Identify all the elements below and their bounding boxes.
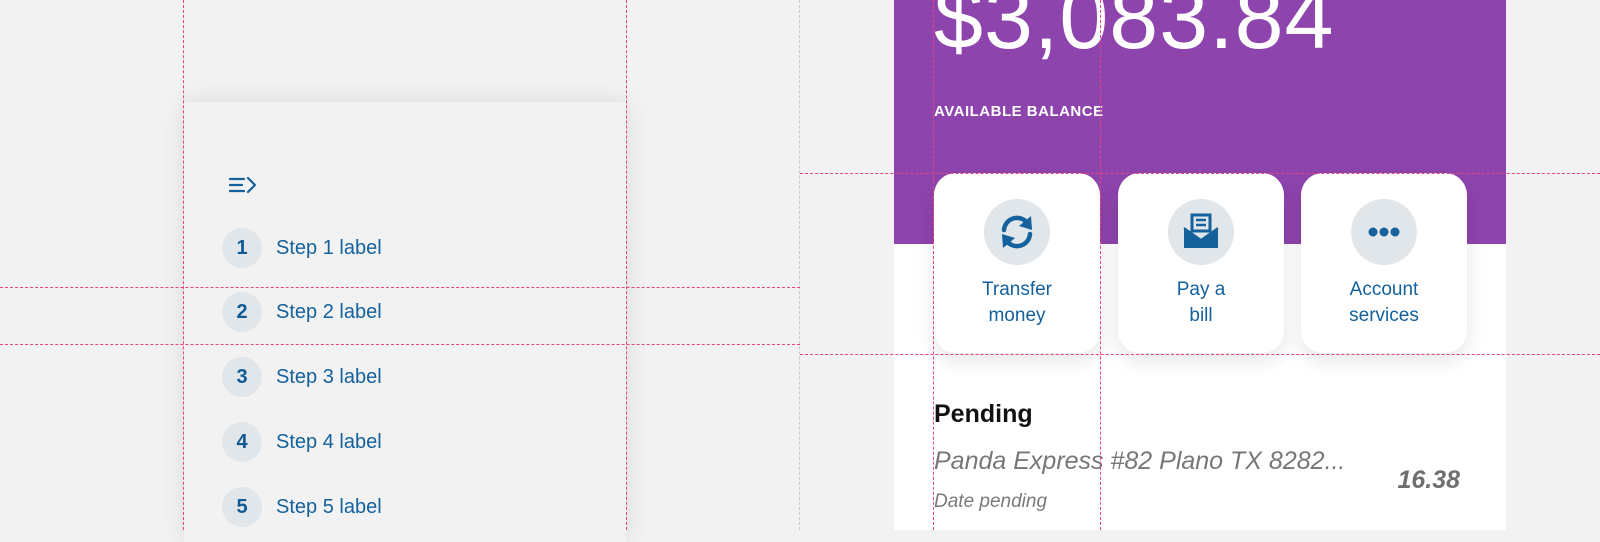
more-dots-icon: [1351, 199, 1417, 265]
action-label: Transfer money: [934, 277, 1100, 329]
refresh-icon: [984, 199, 1050, 265]
step-label: Step 1 label: [276, 236, 382, 259]
step-label: Step 5 label: [276, 495, 382, 518]
transaction-date: Date pending: [934, 491, 1048, 512]
step-item-4[interactable]: 4 Step 4 label: [222, 422, 382, 462]
step-label: Step 4 label: [276, 430, 382, 453]
guide-line: [626, 0, 627, 530]
bill-envelope-icon: [1168, 199, 1234, 265]
stepper-panel: 1 Step 1 label 2 Step 2 label 3 Step 3 l…: [184, 102, 626, 542]
transaction-name: Panda Express #82 Plano TX 8282...: [934, 447, 1346, 475]
balance-amount: $3,083.84: [934, 0, 1335, 67]
balance-caption: AVAILABLE BALANCE: [934, 103, 1104, 120]
transaction-amount: 16.38: [1397, 466, 1460, 494]
step-item-1[interactable]: 1 Step 1 label: [222, 228, 382, 268]
step-number: 2: [222, 292, 262, 332]
step-number: 5: [222, 487, 262, 527]
action-label: Account services: [1301, 277, 1467, 329]
guide-line: [799, 0, 800, 530]
action-label-line: bill: [1189, 305, 1213, 326]
step-item-2[interactable]: 2 Step 2 label: [222, 292, 382, 332]
step-number: 1: [222, 228, 262, 268]
account-services-button[interactable]: Account services: [1301, 173, 1467, 353]
step-item-5[interactable]: 5 Step 5 label: [222, 487, 382, 527]
account-screen: $3,083.84 AVAILABLE BALANCE Transfer mon…: [894, 0, 1506, 530]
action-label-line: Pay a: [1176, 279, 1226, 300]
action-label-line: Transfer: [981, 279, 1053, 300]
step-item-3[interactable]: 3 Step 3 label: [222, 357, 382, 397]
action-label-line: money: [988, 305, 1046, 326]
collapse-menu-icon[interactable]: [228, 174, 258, 196]
pending-heading: Pending: [934, 400, 1033, 428]
step-number: 4: [222, 422, 262, 462]
step-number: 3: [222, 357, 262, 397]
pay-bill-button[interactable]: Pay a bill: [1118, 173, 1284, 353]
action-label: Pay a bill: [1118, 277, 1284, 329]
transfer-money-button[interactable]: Transfer money: [934, 173, 1100, 353]
step-label: Step 2 label: [276, 300, 382, 323]
action-label-line: Account: [1349, 279, 1419, 300]
action-label-line: services: [1349, 305, 1419, 326]
step-label: Step 3 label: [276, 365, 382, 388]
